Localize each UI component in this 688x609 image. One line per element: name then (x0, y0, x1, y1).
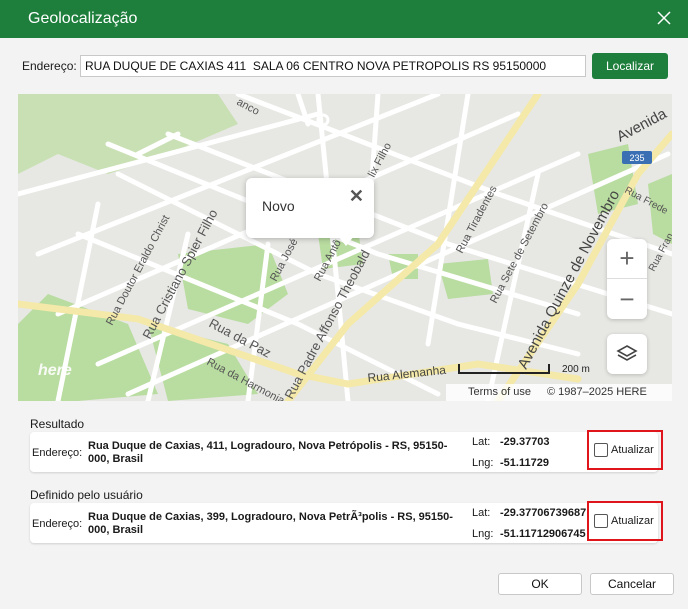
result-panel: Endereço: Rua Duque de Caxias, 411, Logr… (30, 430, 663, 472)
scale-bar (458, 364, 550, 374)
street-label: Rua Frede (623, 185, 670, 217)
result-lng-label: Lng: (472, 457, 494, 469)
popup-text: Novo (262, 198, 295, 214)
result-section-label: Resultado (30, 417, 85, 431)
street-label: Rua Fran (647, 231, 672, 273)
result-lat-label: Lat: (472, 436, 491, 448)
layers-icon (616, 345, 638, 361)
result-lat-value: -29.37703 (500, 436, 550, 448)
street-label: Rua da Paz (207, 315, 274, 360)
scale-label: 200 m (562, 364, 590, 375)
close-icon[interactable] (654, 8, 674, 28)
here-logo: here (38, 362, 72, 379)
terms-link[interactable]: Terms of use (468, 386, 531, 398)
map-view[interactable]: 235 Rua Doutor Eraldo Christ Rua Cristia… (18, 94, 672, 401)
user-address-label: Endereço: (32, 518, 83, 530)
copyright-text: © 1987–2025 HERE (547, 386, 647, 398)
zoom-in-button[interactable]: + (607, 239, 647, 279)
user-lng-label: Lng: (472, 528, 494, 540)
user-lat-label: Lat: (472, 507, 491, 519)
window-title: Geolocalização (28, 10, 138, 27)
map-popup: Novo ✕ (246, 178, 374, 246)
address-row: Endereço: Localizar (22, 53, 668, 79)
locate-button[interactable]: Localizar (592, 53, 668, 79)
street-label: Rua da Harmonia (205, 356, 288, 401)
popup-close-icon[interactable]: ✕ (349, 186, 364, 207)
user-address: Rua Duque de Caxias, 399, Logradouro, No… (88, 511, 453, 536)
user-update-highlight: Atualizar (587, 501, 663, 541)
street-label: anco (235, 96, 262, 118)
ok-button[interactable]: OK (498, 573, 582, 595)
result-address: Rua Duque de Caxias, 411, Logradouro, No… (88, 440, 448, 465)
user-section-label: Definido pelo usuário (30, 488, 143, 502)
street-label: Rua Alemanha (367, 363, 447, 385)
layers-button[interactable] (607, 334, 647, 374)
zoom-out-button[interactable]: − (607, 279, 647, 319)
result-update-highlight: Atualizar (587, 430, 663, 470)
cancel-button[interactable]: Cancelar (590, 573, 674, 595)
street-label: Avenida (614, 105, 670, 146)
user-panel: Endereço: Rua Duque de Caxias, 399, Logr… (30, 501, 663, 543)
street-labels: Rua Doutor Eraldo Christ Rua Cristiano S… (104, 96, 672, 401)
user-lat-value: -29.37706739687 (500, 507, 587, 519)
result-update-label[interactable]: Atualizar (611, 444, 654, 456)
user-update-checkbox[interactable] (594, 514, 608, 528)
street-label: lix Filho (366, 141, 394, 180)
street-label: Rua Tiradentes (454, 183, 500, 255)
zoom-control: + − (607, 239, 647, 319)
address-input[interactable] (80, 55, 586, 77)
street-label: Rua Sete de Setembro (488, 201, 551, 305)
attribution: Terms of use © 1987–2025 HERE (446, 384, 672, 401)
result-address-label: Endereço: (32, 447, 83, 459)
result-lng-value: -51.11729 (500, 457, 549, 469)
address-label: Endereço: (22, 59, 77, 73)
user-update-label[interactable]: Atualizar (611, 515, 654, 527)
user-lng-value: -51.11712906745 (500, 528, 586, 540)
title-bar: Geolocalização (0, 0, 688, 38)
street-label: Rua José (268, 237, 300, 284)
result-update-checkbox[interactable] (594, 443, 608, 457)
popup-tail (338, 236, 354, 246)
street-label: Rua Cristiano Spier Filho (139, 207, 220, 342)
